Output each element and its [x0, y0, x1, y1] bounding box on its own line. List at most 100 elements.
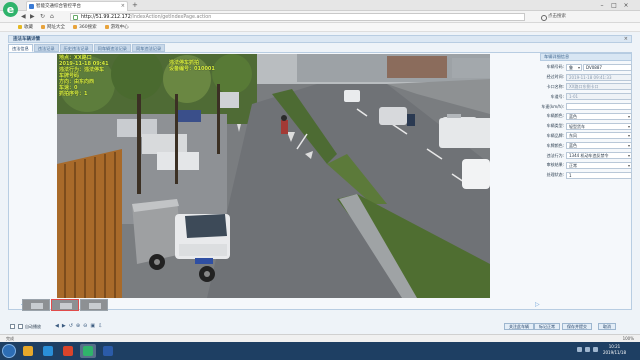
zoom-out-icon[interactable]: ⊖ — [83, 323, 87, 330]
field-pass-time: 经过时间: 2019-11-18 09:41:33 — [540, 73, 632, 82]
field-process-status: 处理状态: 1 — [540, 171, 632, 180]
forward-icon[interactable]: ▶ — [30, 13, 35, 21]
download-icon[interactable]: ⇩ — [98, 323, 102, 330]
favorite-item[interactable]: 收藏 — [18, 24, 33, 30]
dialog-content: 地点：XX路口 2019-11-18 09:41 违法行为：违法停车 车牌号码 … — [8, 52, 632, 311]
browser-logo: e — [3, 2, 18, 17]
field-label: 处理状态: — [546, 172, 564, 178]
field-vehicle-type: 车辆类型: 轻型货车 — [540, 122, 632, 131]
cancel-button[interactable]: 取消 — [598, 323, 616, 330]
tab-title: 智能交通综合管控平台 — [36, 4, 81, 9]
field-violation: 违法行为: 1344 机动车违反禁令 — [540, 151, 632, 160]
field-plate: 车辆号码: 鲁 DV0887 — [540, 63, 632, 72]
thumbnail-selected[interactable] — [51, 299, 79, 311]
taskbar-app-icon[interactable] — [40, 344, 56, 358]
tab-same-vehicle[interactable]: 同车辆违法记录 — [93, 44, 131, 52]
folder-icon — [73, 25, 77, 29]
refresh-icon[interactable]: ↻ — [40, 13, 45, 21]
tab-violation-records[interactable]: 违法记录 — [33, 44, 59, 52]
favorite-item[interactable]: 360搜索 — [73, 24, 97, 30]
snapshot-view[interactable]: 地点：XX路口 2019-11-18 09:41 违法行为：违法停车 车牌号码 … — [57, 54, 490, 298]
vehicle-type-select[interactable]: 轻型货车 — [566, 122, 632, 130]
tab-history-records[interactable]: 历史违法记录 — [59, 44, 93, 52]
new-tab-icon[interactable]: + — [132, 2, 138, 9]
zoom-level[interactable]: 100% — [623, 335, 634, 342]
network-icon[interactable] — [577, 347, 582, 352]
tab-violation-info[interactable]: 违法信息 — [8, 44, 33, 52]
thumbnail[interactable] — [22, 299, 50, 311]
thumbnail[interactable] — [80, 299, 108, 311]
browser-search[interactable]: 点击搜索 — [540, 13, 610, 21]
taskbar-app-icon[interactable] — [60, 344, 76, 358]
vehicle-brand-select[interactable]: 东风 — [566, 132, 632, 140]
close-icon[interactable]: × — [624, 36, 628, 43]
rotate-icon[interactable]: ↺ — [69, 323, 73, 330]
field-label: 车速(km/h): — [541, 103, 564, 109]
favorite-item[interactable]: 游戏中心 — [104, 24, 129, 30]
mark-normal-button[interactable]: 标记正常 — [534, 323, 560, 330]
field-vehicle-brand: 车辆品牌: 东风 — [540, 132, 632, 141]
maximize-icon[interactable]: □ — [608, 0, 620, 11]
taskbar-clock[interactable]: 10:21 2019/11/18 — [603, 344, 626, 356]
favorites-bar: 收藏 网址大全 360搜索 游戏中心 — [0, 23, 640, 32]
next-icon[interactable]: ▶ — [62, 323, 66, 330]
plate-color-select[interactable]: 蓝色 — [566, 142, 632, 150]
home-icon[interactable]: ⌂ — [50, 13, 54, 21]
browser-statusbar: 完成 100% — [0, 334, 640, 342]
input-method-icon[interactable] — [593, 347, 598, 352]
field-plate-color: 车牌颜色: 蓝色 — [540, 141, 632, 150]
volume-icon[interactable] — [585, 347, 590, 352]
field-checkpoint: 卡口名称: XX路口东侧卡口 — [540, 83, 632, 92]
checkpoint-field: XX路口东侧卡口 — [566, 83, 632, 91]
autoplay-checkbox[interactable] — [18, 324, 23, 329]
overlay-line: 抓拍序号：1 — [59, 91, 88, 97]
system-tray — [577, 347, 598, 352]
vehicle-color-select[interactable]: 蓝色 — [566, 112, 632, 120]
back-icon[interactable]: ◀ — [21, 13, 26, 21]
violation-select[interactable]: 1344 机动车违反禁令 — [566, 152, 632, 160]
field-label: 车辆品牌: — [546, 132, 564, 138]
zoom-in-icon[interactable]: ⊕ — [76, 323, 80, 330]
autoplay-label: 自动播放 — [25, 324, 41, 329]
dialog-header: 违法车辆详情 × — [8, 35, 632, 43]
form-title: 车辆详细信息 — [540, 53, 632, 61]
close-window-icon[interactable]: × — [620, 0, 632, 11]
field-review-result: 审核结果: 正常 — [540, 161, 632, 170]
address-bar: ◀ ▶ ↻ ⌂ http://51.99.212.172/IndexAction… — [0, 11, 640, 23]
minimize-icon[interactable]: – — [596, 0, 608, 11]
url-input[interactable]: http://51.99.212.172/IndexAction/getInde… — [70, 13, 525, 21]
app-area: 违法车辆详情 × 违法信息 违法记录 历史违法记录 同车辆违法记录 同车违法记录 — [0, 32, 640, 344]
select-checkbox[interactable] — [10, 324, 15, 329]
plate-province-select[interactable]: 鲁 — [566, 63, 582, 71]
field-speed: 车速(km/h): — [540, 102, 632, 111]
star-icon — [18, 25, 22, 29]
close-tab-icon[interactable]: × — [121, 2, 125, 11]
process-status-input[interactable]: 1 — [566, 171, 632, 179]
fit-icon[interactable]: ▣ — [90, 323, 95, 330]
prev-icon[interactable]: ◀ — [55, 323, 59, 330]
save-submit-button[interactable]: 保存并提交 — [562, 323, 592, 330]
speed-input[interactable] — [566, 103, 632, 111]
taskbar-browser-icon[interactable] — [80, 344, 96, 358]
field-label: 车辆颜色: — [546, 113, 564, 119]
clock-date: 2019/11/18 — [602, 350, 626, 355]
start-button[interactable] — [2, 344, 16, 358]
field-label: 违法行为: — [546, 152, 564, 158]
taskbar-app-icon[interactable] — [20, 344, 36, 358]
traffic-scene-image — [57, 54, 490, 298]
browser-tab[interactable]: 智能交通综合管控平台 × — [26, 1, 128, 11]
lane-field: 1-01 — [566, 93, 632, 101]
review-result-select[interactable]: 正常 — [566, 161, 632, 169]
field-label: 车辆号码: — [546, 64, 564, 70]
url-host: http://51.99.212.172 — [81, 15, 131, 20]
security-icon — [73, 15, 78, 20]
field-label: 车牌颜色: — [546, 142, 564, 148]
taskbar-word-icon[interactable] — [100, 344, 116, 358]
url-path: /IndexAction/getIndexPage.action — [130, 15, 212, 20]
follow-vehicle-button[interactable]: 关注此车辆 — [504, 323, 534, 330]
image-controls: ◀ ▶ ↺ ⊕ ⊖ ▣ ⇩ — [55, 323, 102, 330]
next-thumb-icon[interactable]: ▷ — [535, 301, 540, 308]
tab-same-car[interactable]: 同车违法记录 — [132, 44, 166, 52]
plate-number-input[interactable]: DV0887 — [583, 63, 632, 71]
favorite-item[interactable]: 网址大全 — [41, 24, 65, 30]
